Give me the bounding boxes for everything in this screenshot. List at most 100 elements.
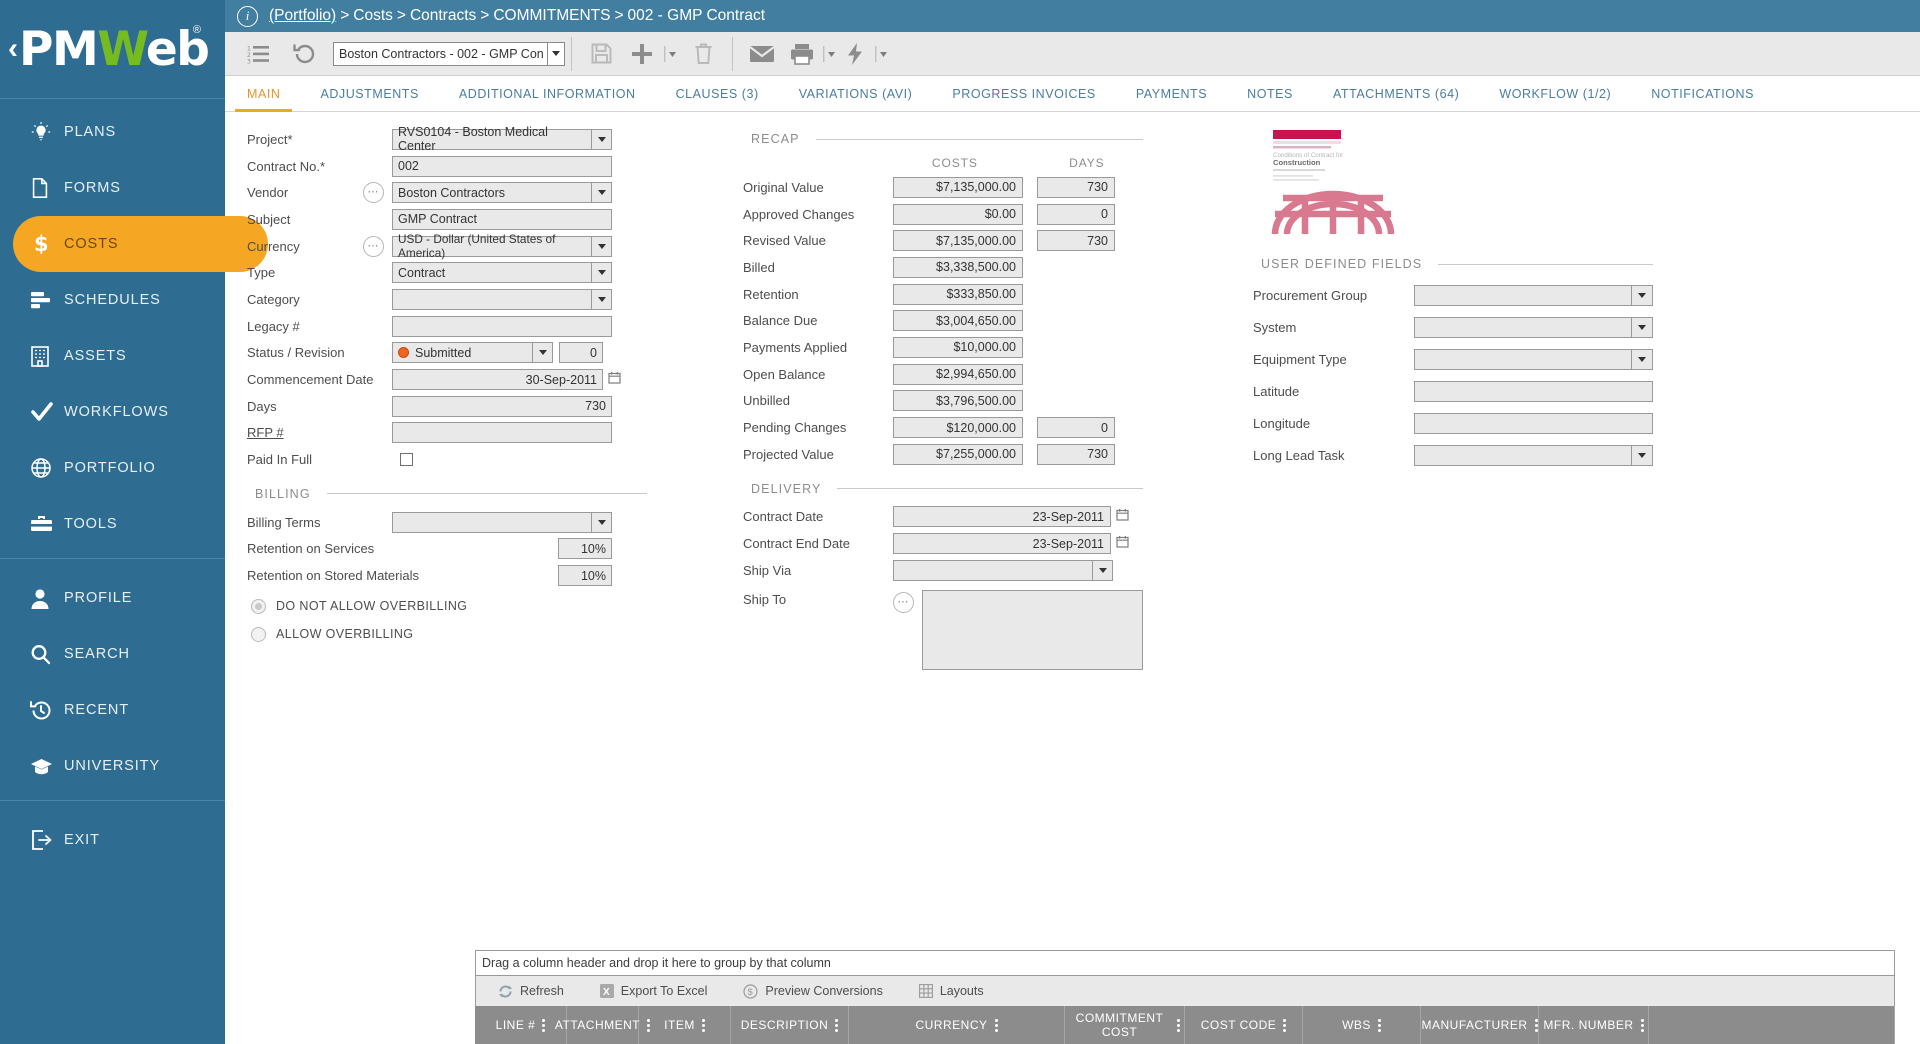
tab-variations[interactable]: VARIATIONS (AVI): [779, 76, 933, 111]
grid-column-commitment-cost[interactable]: COMMITMENT COST: [1065, 1006, 1185, 1044]
chevron-down-icon[interactable]: [532, 342, 553, 364]
category-input[interactable]: [392, 288, 591, 310]
contract-no-input[interactable]: 002: [392, 155, 612, 177]
email-button[interactable]: [739, 32, 785, 76]
rfp-input[interactable]: [392, 422, 612, 444]
breadcrumb-root[interactable]: (Portfolio): [269, 7, 336, 25]
grid-column-currency[interactable]: CURRENCY: [849, 1006, 1065, 1044]
sidebar-collapse-icon[interactable]: ‹: [8, 34, 18, 64]
grid-column-mfr-number[interactable]: MFR. NUMBER: [1539, 1006, 1649, 1044]
field-label-rfp-link[interactable]: RFP #: [247, 425, 392, 440]
sidebar-item-assets[interactable]: ASSETS: [0, 328, 225, 384]
delete-button[interactable]: [680, 32, 726, 76]
tab-notes[interactable]: NOTES: [1227, 76, 1313, 111]
info-icon[interactable]: i: [237, 5, 258, 27]
print-button[interactable]: [785, 32, 819, 76]
type-input[interactable]: Contract: [392, 262, 591, 284]
longitude-input[interactable]: [1413, 412, 1653, 434]
breadcrumb-part-contracts[interactable]: Contracts: [410, 7, 476, 25]
chevron-down-icon[interactable]: [1092, 559, 1113, 581]
chevron-down-icon[interactable]: [591, 182, 612, 204]
project-input[interactable]: RVS0104 - Boston Medical Center: [392, 125, 591, 153]
column-menu-icon[interactable]: [1640, 1018, 1644, 1032]
chevron-down-icon[interactable]: [1631, 445, 1652, 465]
print-dropdown-button[interactable]: [819, 32, 839, 76]
column-menu-icon[interactable]: [1283, 1018, 1287, 1032]
record-select[interactable]: Boston Contractors - 002 - GMP Con: [333, 41, 565, 66]
column-menu-icon[interactable]: [542, 1018, 546, 1032]
system-select[interactable]: [1413, 316, 1653, 338]
chevron-down-icon[interactable]: [591, 128, 612, 150]
grid-column-attachment[interactable]: ATTACHMENT: [555, 1006, 651, 1044]
layouts-button[interactable]: Layouts: [918, 984, 984, 998]
tab-notifications[interactable]: NOTIFICATIONS: [1631, 76, 1774, 111]
contract-date-input[interactable]: 23-Sep-2011: [893, 506, 1111, 528]
sidebar-item-profile[interactable]: PROFILE: [0, 570, 225, 626]
chevron-down-icon[interactable]: [591, 288, 612, 310]
calendar-icon[interactable]: [1116, 508, 1129, 526]
column-menu-icon[interactable]: [1534, 1018, 1538, 1032]
calendar-icon[interactable]: [608, 371, 621, 389]
column-menu-icon[interactable]: [835, 1018, 839, 1032]
add-dropdown-button[interactable]: [660, 32, 680, 76]
legacy-input[interactable]: [392, 315, 612, 337]
sidebar-item-plans[interactable]: PLANS: [0, 104, 225, 160]
equipment-type-select[interactable]: [1413, 348, 1653, 370]
tab-clauses[interactable]: CLAUSES (3): [656, 76, 779, 111]
sidebar-item-search[interactable]: SEARCH: [0, 626, 225, 682]
breadcrumb-part-commitments[interactable]: COMMITMENTS: [493, 7, 610, 25]
grid-column-cost-code[interactable]: COST CODE: [1185, 1006, 1303, 1044]
save-button[interactable]: [578, 32, 624, 76]
grid-column-manufacturer[interactable]: MANUFACTURER: [1421, 1006, 1539, 1044]
currency-input[interactable]: USD - Dollar (United States of America): [392, 232, 591, 260]
chevron-down-icon[interactable]: [591, 262, 612, 284]
latitude-input[interactable]: [1413, 380, 1653, 402]
export-to-excel-button[interactable]: X Export To Excel: [599, 984, 707, 998]
radio-no-overbilling[interactable]: DO NOT ALLOW OVERBILLING: [251, 595, 647, 617]
tab-payments[interactable]: PAYMENTS: [1116, 76, 1227, 111]
radio-icon[interactable]: [251, 626, 266, 642]
paid-in-full-checkbox[interactable]: [400, 453, 413, 467]
currency-lookup-icon[interactable]: ⋯: [363, 235, 384, 257]
subject-input[interactable]: GMP Contract: [392, 208, 612, 230]
procurement-group-select[interactable]: [1413, 284, 1653, 306]
revision-input[interactable]: 0: [559, 342, 603, 364]
chevron-down-icon[interactable]: [1631, 285, 1652, 305]
sidebar-item-schedules[interactable]: SCHEDULES: [0, 272, 225, 328]
tab-workflow[interactable]: WORKFLOW (1/2): [1479, 76, 1631, 111]
refresh-button[interactable]: Refresh: [498, 984, 564, 999]
lightning-button[interactable]: [839, 32, 871, 76]
history-icon[interactable]: [281, 32, 327, 76]
grid-column-description[interactable]: DESCRIPTION: [731, 1006, 849, 1044]
vendor-lookup-icon[interactable]: ⋯: [363, 182, 384, 204]
ship-via-input[interactable]: [893, 559, 1092, 581]
radio-icon[interactable]: [251, 598, 266, 614]
chevron-down-icon[interactable]: [1631, 317, 1652, 337]
calendar-icon[interactable]: [1116, 535, 1129, 553]
chevron-down-icon[interactable]: [591, 511, 612, 533]
status-input[interactable]: Submitted: [392, 342, 532, 364]
grid-column-item[interactable]: ITEM: [639, 1006, 731, 1044]
vendor-input[interactable]: Boston Contractors: [392, 182, 591, 204]
pmweb-logo[interactable]: ‹ PMWeb ®: [0, 0, 225, 98]
sidebar-item-university[interactable]: UNIVERSITY: [0, 738, 225, 794]
column-menu-icon[interactable]: [1377, 1018, 1381, 1032]
chevron-down-icon[interactable]: [547, 42, 564, 65]
ship-to-textarea[interactable]: [922, 589, 1143, 670]
days-input[interactable]: 730: [392, 395, 612, 417]
chevron-down-icon[interactable]: [591, 235, 612, 257]
sidebar-item-tools[interactable]: TOOLS: [0, 496, 225, 552]
retention-stored-input[interactable]: 10%: [558, 565, 612, 587]
grid-column-wbs[interactable]: WBS: [1303, 1006, 1421, 1044]
contract-end-date-input[interactable]: 23-Sep-2011: [893, 533, 1111, 555]
sidebar-item-recent[interactable]: RECENT: [0, 682, 225, 738]
long-lead-task-select[interactable]: [1413, 444, 1653, 466]
column-menu-icon[interactable]: [994, 1018, 998, 1032]
grid-column-line[interactable]: LINE #: [475, 1006, 567, 1044]
grid-group-drop-area[interactable]: Drag a column header and drop it here to…: [475, 950, 1895, 976]
sidebar-item-portfolio[interactable]: PORTFOLIO: [0, 440, 225, 496]
sidebar-item-exit[interactable]: EXIT: [0, 812, 225, 868]
retention-services-input[interactable]: 10%: [558, 538, 612, 560]
ship-to-lookup-icon[interactable]: ⋯: [893, 591, 914, 613]
column-menu-icon[interactable]: [1177, 1018, 1180, 1032]
